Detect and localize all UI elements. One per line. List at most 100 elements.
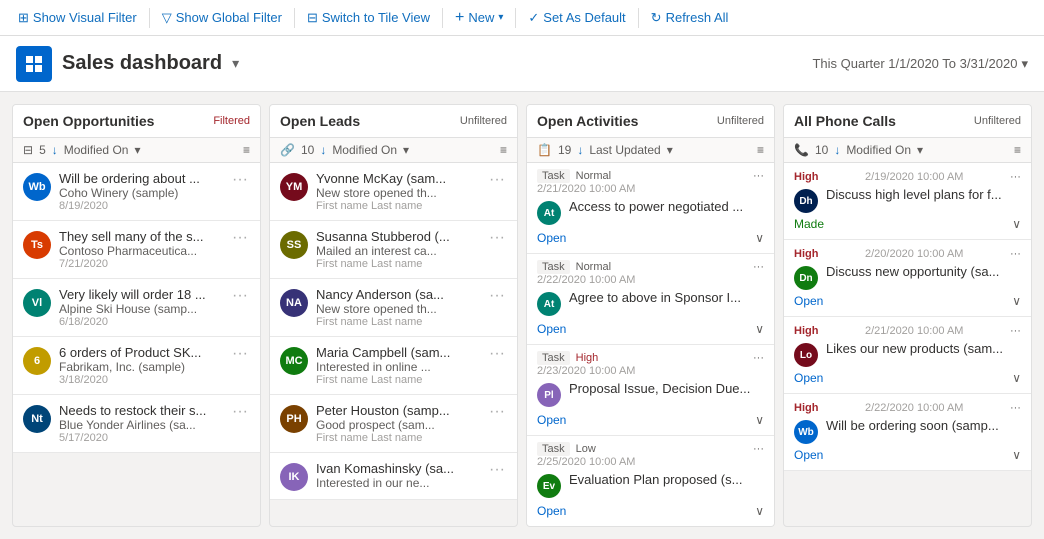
phone-status: Made ∨ — [794, 217, 1021, 231]
status-badge: Open — [537, 504, 566, 518]
card-title: Needs to restock their s... — [59, 403, 222, 418]
activity-type: Task — [537, 260, 570, 274]
show-visual-filter-button[interactable]: ⊞ Show Visual Filter — [8, 4, 147, 32]
more-options-icon[interactable]: ··· — [230, 345, 250, 363]
phone-filter-icon[interactable]: ≡ — [1014, 143, 1021, 157]
phone-sort-down-icon[interactable]: ↓ — [834, 143, 840, 157]
more-options-icon[interactable]: ··· — [487, 171, 507, 189]
table-row[interactable]: PH Peter Houston (samp... Good prospect … — [270, 395, 517, 453]
table-row[interactable]: YM Yvonne McKay (sam... New store opened… — [270, 163, 517, 221]
phone-status: Open ∨ — [794, 448, 1021, 462]
card-title: Susanna Stubberod (... — [316, 229, 479, 244]
table-row[interactable]: Ts They sell many of the s... Contoso Ph… — [13, 221, 260, 279]
more-options-icon[interactable]: ··· — [753, 352, 764, 364]
more-options-icon[interactable]: ··· — [753, 170, 764, 182]
opp-sort-caret[interactable]: ▾ — [134, 143, 140, 157]
refresh-all-button[interactable]: ↻ Refresh All — [641, 4, 739, 32]
more-options-icon[interactable]: ··· — [753, 261, 764, 273]
activity-header: Task Normal ··· — [537, 260, 764, 274]
open-leads-header: Open Leads Unfiltered — [270, 105, 517, 138]
avatar: Pl — [537, 383, 561, 407]
phone-body: Wb Will be ordering soon (samp... — [794, 414, 1021, 448]
leads-filter-icon[interactable]: ≡ — [500, 143, 507, 157]
list-item[interactable]: High 2/20/2020 10:00 AM ··· Dn Discuss n… — [784, 240, 1031, 317]
phone-sort-caret[interactable]: ▾ — [917, 143, 923, 157]
more-options-icon[interactable]: ··· — [487, 461, 507, 479]
expand-icon[interactable]: ∨ — [1012, 294, 1021, 308]
phone-sort-by: Modified On — [846, 143, 911, 157]
more-options-icon[interactable]: ··· — [1010, 325, 1021, 337]
list-item[interactable]: Task Low ··· 2/25/2020 10:00 AM Ev Evalu… — [527, 436, 774, 526]
more-options-icon[interactable]: ··· — [1010, 171, 1021, 183]
activity-header: Task High ··· — [537, 351, 764, 365]
avatar: Dh — [794, 189, 818, 213]
expand-icon[interactable]: ∨ — [755, 322, 764, 336]
priority-badge: High — [794, 325, 818, 337]
activity-body: Ev Evaluation Plan proposed (s... — [537, 468, 764, 502]
sort-down-icon[interactable]: ↓ — [52, 143, 58, 157]
switch-to-tile-view-button[interactable]: ⊟ Switch to Tile View — [297, 4, 440, 32]
card-content: Susanna Stubberod (... Mailed an interes… — [316, 229, 479, 270]
list-item[interactable]: Task High ··· 2/23/2020 10:00 AM Pl Prop… — [527, 345, 774, 436]
set-as-default-label: Set As Default — [543, 10, 625, 25]
more-options-icon[interactable]: ··· — [1010, 402, 1021, 414]
new-button[interactable]: + New ▾ — [445, 3, 513, 33]
leads-sort-caret[interactable]: ▾ — [403, 143, 409, 157]
open-opportunities-title: Open Opportunities — [23, 113, 154, 129]
phone-call-header: High 2/19/2020 10:00 AM ··· — [794, 171, 1021, 183]
expand-icon[interactable]: ∨ — [755, 231, 764, 245]
open-leads-title: Open Leads — [280, 113, 360, 129]
more-options-icon[interactable]: ··· — [230, 403, 250, 421]
avatar: Nt — [23, 405, 51, 433]
expand-icon[interactable]: ∨ — [755, 413, 764, 427]
list-item[interactable]: High 2/22/2020 10:00 AM ··· Wb Will be o… — [784, 394, 1031, 471]
table-row[interactable]: Wb Will be ordering about ... Coho Winer… — [13, 163, 260, 221]
list-item[interactable]: Task Normal ··· 2/21/2020 10:00 AM At Ac… — [527, 163, 774, 254]
activity-status: Open ∨ — [537, 320, 764, 338]
more-options-icon[interactable]: ··· — [230, 171, 250, 189]
toolbar-separator-5 — [638, 8, 639, 28]
leads-sort-down-icon[interactable]: ↓ — [320, 143, 326, 157]
phone-status: Open ∨ — [794, 294, 1021, 308]
more-options-icon[interactable]: ··· — [1010, 248, 1021, 260]
activities-sort-caret[interactable]: ▾ — [667, 143, 673, 157]
phone-body: Dh Discuss high level plans for f... — [794, 183, 1021, 217]
more-options-icon[interactable]: ··· — [230, 287, 250, 305]
activity-body: Pl Proposal Issue, Decision Due... — [537, 377, 764, 411]
activities-sort-down-icon[interactable]: ↓ — [577, 143, 583, 157]
more-options-icon[interactable]: ··· — [487, 229, 507, 247]
card-company: Contoso Pharmaceutica... — [59, 244, 222, 258]
opp-filter-icon[interactable]: ≡ — [243, 143, 250, 157]
expand-icon[interactable]: ∨ — [1012, 217, 1021, 231]
table-row[interactable]: 6 6 orders of Product SK... Fabrikam, In… — [13, 337, 260, 395]
expand-icon[interactable]: ∨ — [1012, 448, 1021, 462]
expand-icon[interactable]: ∨ — [755, 504, 764, 518]
more-options-icon[interactable]: ··· — [487, 345, 507, 363]
activity-datetime: 2/22/2020 10:00 AM — [537, 274, 764, 286]
table-row[interactable]: IK Ivan Komashinsky (sa... Interested in… — [270, 453, 517, 500]
table-row[interactable]: NA Nancy Anderson (sa... New store opene… — [270, 279, 517, 337]
header-caret-icon[interactable]: ▾ — [232, 55, 239, 72]
avatar: IK — [280, 463, 308, 491]
table-row[interactable]: Nt Needs to restock their s... Blue Yond… — [13, 395, 260, 453]
list-item[interactable]: Task Normal ··· 2/22/2020 10:00 AM At Ag… — [527, 254, 774, 345]
list-item[interactable]: High 2/19/2020 10:00 AM ··· Dh Discuss h… — [784, 163, 1031, 240]
activities-filter-icon[interactable]: ≡ — [757, 143, 764, 157]
more-options-icon[interactable]: ··· — [753, 443, 764, 455]
expand-icon[interactable]: ∨ — [1012, 371, 1021, 385]
show-global-filter-button[interactable]: ▽ Show Global Filter — [152, 4, 292, 32]
avatar: 6 — [23, 347, 51, 375]
set-as-default-button[interactable]: ✓ Set As Default — [518, 4, 635, 32]
more-options-icon[interactable]: ··· — [230, 229, 250, 247]
list-item[interactable]: High 2/21/2020 10:00 AM ··· Lo Likes our… — [784, 317, 1031, 394]
more-options-icon[interactable]: ··· — [487, 403, 507, 421]
more-options-icon[interactable]: ··· — [487, 287, 507, 305]
table-row[interactable]: SS Susanna Stubberod (... Mailed an inte… — [270, 221, 517, 279]
refresh-icon: ↻ — [651, 10, 662, 26]
activity-title: Proposal Issue, Decision Due... — [569, 381, 764, 396]
table-row[interactable]: MC Maria Campbell (sam... Interested in … — [270, 337, 517, 395]
date-range-caret-icon[interactable]: ▾ — [1021, 56, 1028, 72]
table-row[interactable]: Vl Very likely will order 18 ... Alpine … — [13, 279, 260, 337]
avatar: YM — [280, 173, 308, 201]
status-badge: Open — [537, 413, 566, 427]
